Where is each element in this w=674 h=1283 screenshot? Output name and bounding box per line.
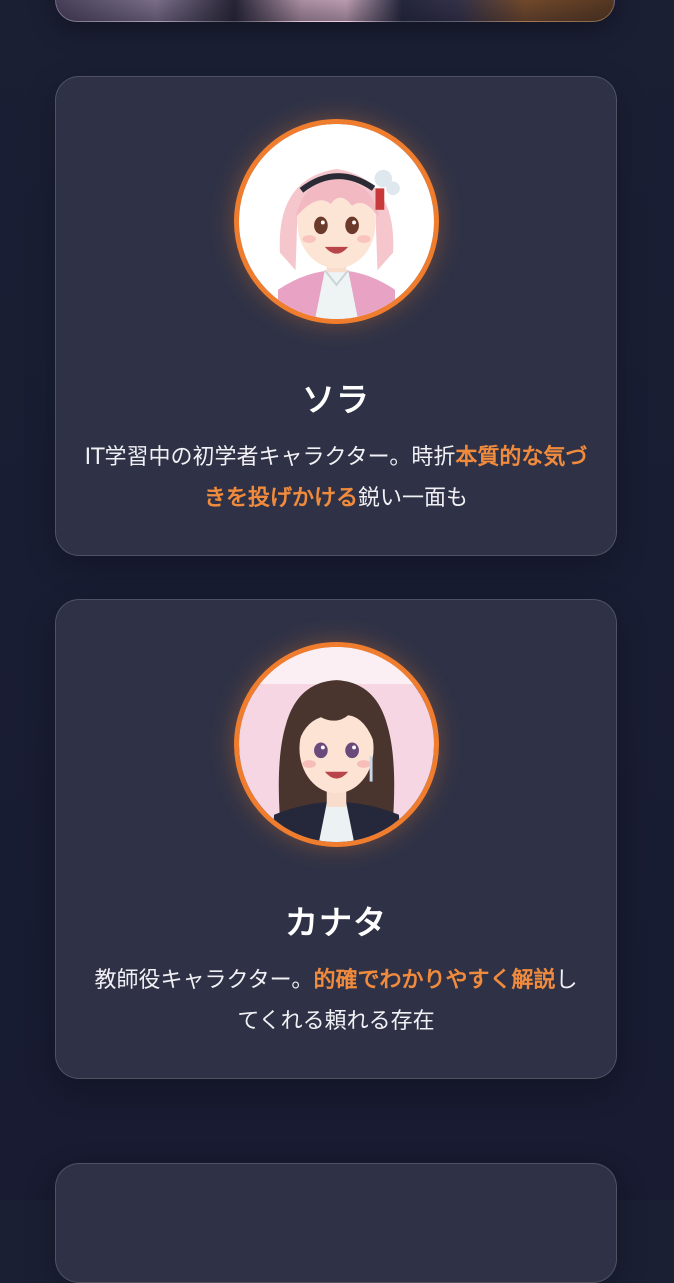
character-name: ソラ (302, 380, 370, 419)
character-card-next (55, 1163, 617, 1283)
character-card-sora: ソラ IT学習中の初学者キャラクター。時折本質的な気づきを投げかける鋭い一面も (55, 76, 617, 556)
description-text: 教師役キャラクター。 (94, 968, 314, 993)
character-description: 教師役キャラクター。的確でわかりやすく解説してくれる頼れる存在 (84, 960, 588, 1042)
banner-shade (56, 0, 614, 21)
character-card-kanata: カナタ 教師役キャラクター。的確でわかりやすく解説してくれる頼れる存在 (55, 599, 617, 1079)
brown-haired-teacher-avatar-icon (238, 647, 434, 842)
description-text: IT学習中の初学者キャラクター。時折 (84, 445, 456, 470)
character-description: IT学習中の初学者キャラクター。時折本質的な気づきを投げかける鋭い一面も (84, 437, 588, 519)
description-highlight: 的確でわかりやすく解説 (313, 968, 556, 993)
kanata-avatar (233, 642, 439, 847)
pink-haired-student-avatar-icon (238, 124, 434, 319)
sora-avatar (233, 119, 439, 324)
description-text: 鋭い一面も (358, 486, 469, 511)
character-name: カナタ (285, 903, 387, 942)
top-banner-image (55, 0, 615, 22)
